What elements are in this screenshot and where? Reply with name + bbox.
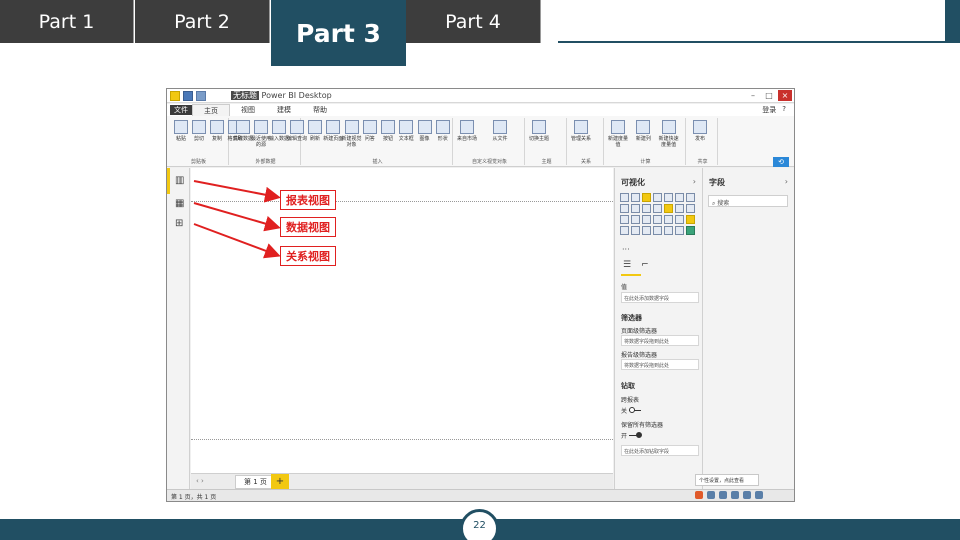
page-tab-1: 第 1 页 — [235, 475, 276, 489]
status-bar: 第 1 页，共 1 页 — [167, 489, 794, 501]
tray-icon — [743, 491, 751, 499]
visual-type-icon — [675, 215, 684, 224]
visual-type-icon — [664, 204, 673, 213]
add-page-button: + — [271, 474, 289, 489]
search-icon: ⌕ — [712, 200, 716, 207]
visual-type-icon — [686, 193, 695, 202]
visual-type-icon — [653, 204, 662, 213]
values-label: 值 — [621, 284, 628, 291]
system-tray — [695, 491, 763, 499]
tab-part-2[interactable]: Part 2 — [135, 0, 270, 43]
fields-pane: 字段 › ⌕ 搜索 — [702, 168, 794, 489]
visual-type-icon — [642, 226, 651, 235]
values-well: 在此处添加数据字段 — [621, 292, 699, 303]
arrow-relationship-view — [193, 223, 281, 259]
keep-filters-label: 保留所有筛选器 — [621, 422, 664, 429]
fields-title: 字段 — [709, 178, 725, 187]
header-corner-block — [945, 0, 960, 43]
page-filters-label: 页面级筛选器 — [621, 328, 658, 335]
visual-type-icon — [631, 226, 640, 235]
visual-type-icon — [653, 226, 662, 235]
visual-type-icon — [653, 193, 662, 202]
slide-page-number: 22 — [460, 509, 499, 540]
visual-type-icon — [620, 204, 629, 213]
visual-type-icon — [631, 193, 640, 202]
report-filters-label: 报告级筛选器 — [621, 352, 658, 359]
visual-type-icon — [664, 215, 673, 224]
visual-type-icon — [631, 215, 640, 224]
visualizations-title: 可视化 — [621, 178, 645, 187]
powerbi-window-screenshot: 无标题 Power BI Desktop – □ × 文件 主页 视图 建模 帮… — [166, 88, 795, 502]
cross-report-toggle: 关 — [621, 406, 642, 415]
tab-part-1[interactable]: Part 1 — [0, 0, 134, 43]
collapse-fields-icon: › — [784, 177, 788, 186]
annotation-data-view: 数据视图 — [280, 217, 336, 237]
drillthrough-well: 在此处添加钻取字段 — [621, 445, 699, 456]
page-nav-arrows: ‹ › — [196, 477, 204, 485]
viz-subtab-indicator — [621, 274, 641, 276]
header-rule — [558, 41, 960, 43]
arrow-report-view — [193, 180, 281, 203]
arrow-data-view — [193, 202, 281, 232]
visual-type-icon — [620, 226, 629, 235]
visual-type-icon — [675, 226, 684, 235]
toggle-on-knob — [636, 432, 643, 438]
collapse-visualizations-icon: › — [692, 177, 696, 186]
tray-icon — [707, 491, 715, 499]
keep-filters-toggle: 开 — [621, 431, 643, 440]
more-visuals-icon: ··· — [622, 245, 630, 254]
annotation-relationship-view: 关系视图 — [280, 246, 336, 266]
visual-type-icon — [642, 215, 651, 224]
visual-type-icon — [675, 204, 684, 213]
visual-type-icon — [664, 226, 673, 235]
viz-subtabs: ☰ ⌐ — [623, 260, 649, 270]
tray-icon — [719, 491, 727, 499]
annotation-report-view: 报表视图 — [280, 190, 336, 210]
tray-icon — [731, 491, 739, 499]
drillthrough-title: 钻取 — [621, 382, 635, 390]
cross-report-label: 跨报表 — [621, 397, 640, 404]
page-tabs-bar: ‹ › 第 1 页 + — [191, 473, 613, 489]
visual-type-icon — [642, 204, 651, 213]
visual-type-icon — [620, 193, 629, 202]
visual-type-icon — [686, 226, 695, 235]
visual-type-icon — [631, 204, 640, 213]
visual-type-icon — [664, 193, 673, 202]
fields-search-placeholder: 搜索 — [717, 200, 730, 207]
cross-report-state: 关 — [621, 408, 628, 415]
fields-well-icon: ☰ — [623, 260, 632, 270]
visual-type-icon — [653, 215, 662, 224]
fields-search: ⌕ 搜索 — [708, 195, 788, 207]
visualizations-pane: 可视化 › ··· ☰ ⌐ 值 在此处添加数据字段 筛选器 页面级筛选器 将数据… — [614, 168, 702, 489]
personalize-tooltip: 个性设置，点此查看 — [695, 474, 759, 486]
tray-app-icon — [695, 491, 703, 499]
filters-title: 筛选器 — [621, 314, 642, 322]
toggle-off-knob — [629, 407, 636, 413]
visual-type-icon — [686, 204, 695, 213]
visual-type-icon — [675, 193, 684, 202]
visual-type-icon — [686, 215, 695, 224]
tray-icon — [755, 491, 763, 499]
status-page-count: 第 1 页，共 1 页 — [171, 494, 217, 501]
visual-type-icon — [620, 215, 629, 224]
tab-part-3[interactable]: Part 3 — [271, 0, 406, 66]
page-filters-well: 将数据字段拖到此处 — [621, 335, 699, 346]
tab-part-4[interactable]: Part 4 — [406, 0, 541, 43]
visual-types-gallery — [620, 193, 700, 235]
visual-type-icon — [642, 193, 651, 202]
report-filters-well: 将数据字段拖到此处 — [621, 359, 699, 370]
format-paint-icon: ⌐ — [641, 260, 649, 270]
keep-filters-state: 开 — [621, 433, 628, 440]
